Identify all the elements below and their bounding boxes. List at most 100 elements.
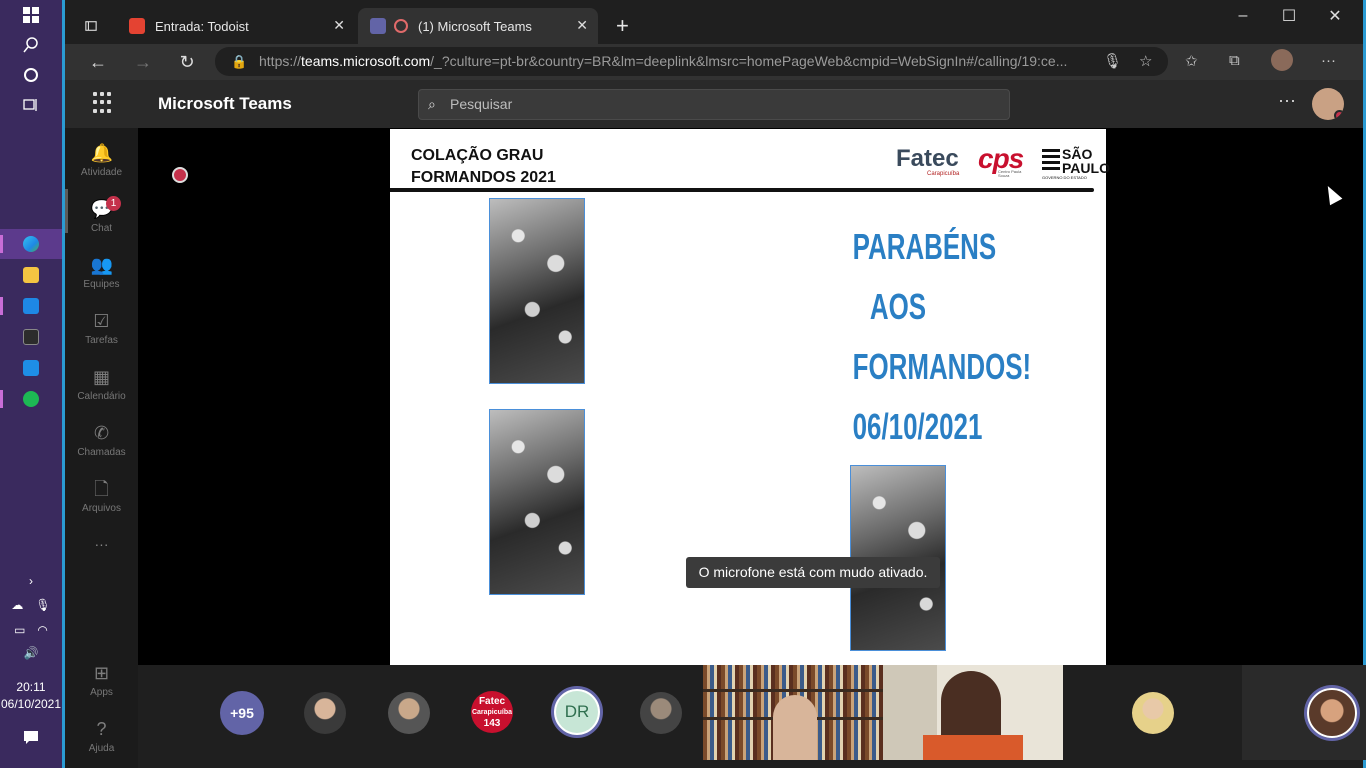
url-path: /_?culture=pt-br&country=BR&lm=deeplink&… xyxy=(430,53,1068,69)
tab-teams[interactable]: (1) Microsoft Teams ✕ xyxy=(358,8,598,44)
volume-icon[interactable]: 🔊 xyxy=(0,646,62,660)
rail-item-apps[interactable]: ⊞ Apps xyxy=(65,654,138,710)
collections-icon[interactable]: ⧉ xyxy=(1229,52,1240,69)
url-field[interactable]: 🔒 https://teams.microsoft.com/_?culture=… xyxy=(215,47,1168,76)
tab-todoist[interactable]: Entrada: Todoist ✕ xyxy=(117,8,355,44)
user-avatar[interactable] xyxy=(1312,88,1344,120)
fatec-logo: Fatec xyxy=(896,145,959,172)
windows-taskbar: › ☁ 🎙 ▭ ◠ 🔊 20:11 06/10/2021 xyxy=(0,0,62,768)
maximize-icon[interactable]: ☐ xyxy=(1266,4,1312,28)
notification-center-icon[interactable] xyxy=(0,722,62,752)
congrats-line: PARABÉNS xyxy=(852,226,997,267)
congratulations-text: PARABÉNS AOS FORMANDOS! 06/10/2021 xyxy=(852,217,1032,457)
edge-taskbar-icon[interactable] xyxy=(0,229,62,259)
sao-paulo-logo-subtitle: GOVERNO DO ESTADO xyxy=(1042,175,1087,180)
address-bar: ← → ↻ 🔒 https://teams.microsoft.com/_?cu… xyxy=(65,44,1363,80)
fatec-logo-subtitle: Carapicuíba xyxy=(927,171,960,177)
close-window-icon[interactable]: ✕ xyxy=(1312,4,1358,28)
minimize-icon[interactable]: – xyxy=(1220,4,1266,28)
tab-strip: Entrada: Todoist ✕ (1) Microsoft Teams ✕… xyxy=(65,0,1363,44)
taskbar-clock[interactable]: 20:11 06/10/2021 xyxy=(0,679,62,713)
file-icon: 🗋 xyxy=(94,479,109,499)
rail-more-apps[interactable]: ··· xyxy=(65,536,138,560)
back-icon[interactable]: ← xyxy=(83,50,113,74)
windows-start-icon[interactable] xyxy=(0,0,62,30)
tab-title: (1) Microsoft Teams xyxy=(418,18,532,34)
mail-taskbar-icon[interactable] xyxy=(0,291,62,321)
show-hidden-icons-chevron-icon[interactable]: › xyxy=(0,574,62,588)
battery-icon[interactable]: ▭ xyxy=(14,623,25,637)
status-busy-icon xyxy=(1334,110,1344,120)
rail-item-calendar[interactable]: ▦ Calendário xyxy=(65,358,138,414)
cortana-icon[interactable] xyxy=(0,60,62,90)
rail-item-files[interactable]: 🗋 Arquivos xyxy=(65,470,138,526)
tab-actions-icon[interactable] xyxy=(73,8,97,44)
lock-icon[interactable]: 🔒 xyxy=(231,47,247,76)
congrats-line: 06/10/2021 xyxy=(852,406,983,447)
more-participants-button[interactable]: +95 xyxy=(220,691,264,735)
person-figure xyxy=(773,695,817,760)
desktop: › ☁ 🎙 ▭ ◠ 🔊 20:11 06/10/2021 Entrada: To… xyxy=(0,0,1366,768)
person-clothing xyxy=(923,735,1023,760)
rail-item-activity[interactable]: 🔔 Atividade xyxy=(65,134,138,190)
participant-avatar[interactable] xyxy=(1307,688,1357,738)
chat-unread-badge: 1 xyxy=(106,196,121,211)
teams-icon: 👥 xyxy=(90,255,113,275)
microphone-permission-icon[interactable]: 🎙 xyxy=(1103,52,1122,70)
terminal-taskbar-icon[interactable] xyxy=(0,322,62,352)
spotify-taskbar-icon[interactable] xyxy=(0,384,62,414)
tasks-icon: ☑ xyxy=(93,311,110,331)
tab-title: Entrada: Todoist xyxy=(155,18,249,34)
participant-avatar[interactable] xyxy=(304,692,346,734)
fatec-avatar-label: Fatec xyxy=(478,695,506,707)
sao-paulo-logo: SÃO PAULO xyxy=(1062,146,1110,176)
apps-icon: ⊞ xyxy=(93,663,110,683)
phone-icon: ✆ xyxy=(93,423,110,443)
rail-item-label: Atividade xyxy=(80,167,123,178)
participant-video[interactable] xyxy=(703,665,883,760)
add-favorite-icon[interactable]: ☆ xyxy=(1139,52,1152,70)
app-launcher-icon[interactable] xyxy=(93,92,115,114)
participant-avatar[interactable] xyxy=(1132,692,1174,734)
participant-initials-avatar[interactable]: DR xyxy=(551,686,603,738)
rail-item-label: Ajuda xyxy=(88,743,115,754)
rail-item-calls[interactable]: ✆ Chamadas xyxy=(65,414,138,470)
new-tab-icon[interactable]: + xyxy=(604,8,629,44)
microphone-icon[interactable]: 🎙 xyxy=(35,598,50,612)
rail-item-tasks[interactable]: ☑ Tarefas xyxy=(65,302,138,358)
file-explorer-taskbar-icon[interactable] xyxy=(0,260,62,290)
search-icon[interactable] xyxy=(0,30,62,60)
vscode-taskbar-icon[interactable] xyxy=(0,353,62,383)
participant-avatar-fatec[interactable]: Fatec Carapicuíba 143 xyxy=(471,691,513,733)
more-options-icon[interactable]: ··· xyxy=(1278,90,1296,111)
clock-time: 20:11 xyxy=(16,680,46,694)
slide-title: COLAÇÃO GRAU FORMANDOS 2021 xyxy=(411,145,556,189)
refresh-icon[interactable]: ↻ xyxy=(172,50,202,74)
rail-item-label: Calendário xyxy=(77,391,126,402)
close-tab-icon[interactable]: ✕ xyxy=(333,17,345,34)
settings-more-icon[interactable]: ··· xyxy=(1321,52,1336,69)
active-speaker-tile[interactable] xyxy=(1242,665,1366,760)
rail-item-teams[interactable]: 👥 Equipes xyxy=(65,246,138,302)
close-tab-icon[interactable]: ✕ xyxy=(576,17,588,34)
rail-item-help[interactable]: ? Ajuda xyxy=(65,710,138,766)
onedrive-icon[interactable]: ☁ xyxy=(11,598,23,612)
teams-app-title: Microsoft Teams xyxy=(158,94,292,113)
participant-avatar[interactable] xyxy=(640,692,682,734)
recording-icon xyxy=(172,167,188,183)
participants-tray: +95 Fatec Carapicuíba 143 DR xyxy=(138,665,1366,768)
favorites-icon[interactable]: ✩ xyxy=(1185,52,1198,70)
profile-avatar[interactable] xyxy=(1271,49,1293,71)
help-icon: ? xyxy=(96,719,107,739)
graduation-photo xyxy=(489,409,585,595)
forward-icon[interactable]: → xyxy=(128,50,158,74)
congrats-line: FORMANDOS! xyxy=(852,346,1032,387)
task-view-icon[interactable] xyxy=(0,90,62,120)
url-prefix: https:// xyxy=(259,53,302,69)
rail-item-chat[interactable]: 💬 1 Chat xyxy=(65,190,138,246)
participant-avatar[interactable] xyxy=(388,692,430,734)
browser-window: Entrada: Todoist ✕ (1) Microsoft Teams ✕… xyxy=(62,0,1366,768)
search-input[interactable]: ⌕ Pesquisar xyxy=(418,89,1010,120)
wifi-icon[interactable]: ◠ xyxy=(37,623,47,637)
participant-video[interactable] xyxy=(883,665,1063,760)
